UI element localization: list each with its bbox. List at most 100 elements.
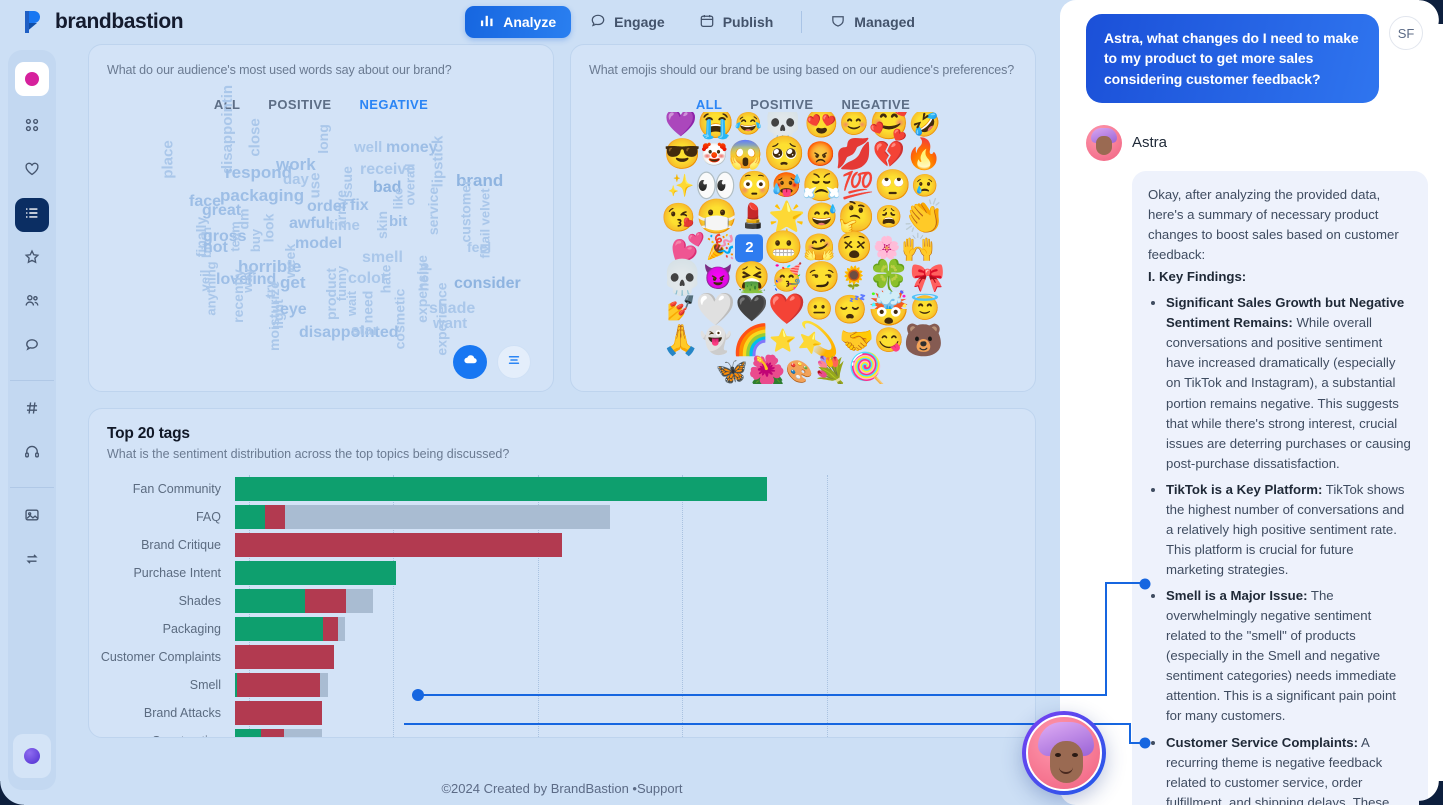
- emoji-item[interactable]: 😂: [735, 112, 762, 134]
- list-view-button[interactable]: [497, 345, 531, 379]
- word-cloud-term[interactable]: team: [228, 221, 243, 251]
- chart-bar-segment-positive[interactable]: [235, 589, 305, 613]
- emoji-filter-all[interactable]: ALL: [696, 97, 722, 112]
- emoji-item[interactable]: 🤍: [696, 293, 736, 325]
- word-cloud-term[interactable]: lipstick: [429, 136, 446, 188]
- sidebar-item-starred[interactable]: [15, 242, 49, 276]
- emoji-item[interactable]: 💯: [842, 172, 874, 198]
- word-cloud-term[interactable]: disappointed: [299, 325, 399, 341]
- word-cloud-term[interactable]: try: [262, 280, 278, 298]
- emoji-item[interactable]: 😱: [728, 141, 763, 169]
- word-cloud-term[interactable]: buy: [248, 229, 263, 252]
- emoji-item[interactable]: 💋: [835, 140, 872, 170]
- word-cloud-term[interactable]: order: [307, 199, 348, 215]
- emoji-item[interactable]: 🌻: [840, 267, 867, 289]
- chart-bar-row[interactable]: Shades: [89, 587, 1035, 615]
- emoji-item[interactable]: 😊: [839, 112, 869, 135]
- emoji-item[interactable]: 🤮: [733, 263, 770, 293]
- emoji-item[interactable]: 😳: [737, 172, 772, 200]
- word-cloud-term[interactable]: not: [203, 240, 228, 256]
- emoji-item[interactable]: 🥰: [869, 112, 909, 139]
- sidebar-item-favorites[interactable]: [15, 154, 49, 188]
- sidebar-item-reports[interactable]: [15, 198, 49, 232]
- emoji-item[interactable]: 💔: [873, 141, 905, 167]
- word-cloud-term[interactable]: eye: [280, 302, 307, 318]
- chart-bar-row[interactable]: Packaging: [89, 615, 1035, 643]
- word-cloud-term[interactable]: bit: [389, 214, 407, 229]
- word-cloud-term[interactable]: long: [315, 124, 331, 154]
- chart-bar-segment-negative[interactable]: [260, 729, 284, 737]
- word-cloud-term[interactable]: close: [247, 118, 264, 156]
- emoji-item[interactable]: 🔥: [905, 140, 942, 170]
- chart-bar-segment-positive[interactable]: [235, 477, 767, 501]
- emoji-item[interactable]: 😡: [806, 143, 836, 167]
- emoji-item[interactable]: 💕: [671, 234, 706, 262]
- emoji-item[interactable]: 👻: [700, 327, 732, 353]
- emoji-filter-negative[interactable]: NEGATIVE: [841, 97, 910, 112]
- chart-bar-segment-negative[interactable]: [235, 701, 322, 725]
- wordcloud-filter-negative[interactable]: NEGATIVE: [359, 97, 428, 112]
- word-cloud-term[interactable]: wait: [344, 291, 359, 316]
- sidebar-item-comments[interactable]: [15, 330, 49, 364]
- chart-bar-row[interactable]: Purchase Intent: [89, 559, 1035, 587]
- emoji-item[interactable]: 🤣: [909, 112, 941, 136]
- emoji-item[interactable]: 😵: [836, 233, 873, 263]
- emoji-item[interactable]: 🤯: [868, 292, 910, 326]
- emoji-item[interactable]: 😎: [664, 140, 701, 170]
- emoji-item[interactable]: 🎀: [910, 264, 945, 292]
- emoji-item[interactable]: 😴: [833, 295, 868, 323]
- emoji-item[interactable]: 💀: [661, 261, 703, 295]
- sidebar-item-workspace-logo[interactable]: [15, 62, 49, 96]
- sidebar-item-automation[interactable]: [15, 544, 49, 578]
- emoji-item[interactable]: 😋: [874, 328, 904, 352]
- emoji-item[interactable]: 🙏: [662, 326, 699, 356]
- tab-analyze[interactable]: Analyze: [465, 6, 572, 38]
- sidebar-item-hashtags[interactable]: [15, 393, 49, 427]
- tab-publish[interactable]: Publish: [684, 6, 789, 39]
- tab-managed[interactable]: Managed: [815, 6, 930, 39]
- emoji-item[interactable]: 🐻: [904, 324, 944, 356]
- emoji-item[interactable]: ⭐: [769, 329, 796, 351]
- sidebar-item-support[interactable]: [15, 437, 49, 471]
- sidebar-item-audience[interactable]: [15, 286, 49, 320]
- emoji-item[interactable]: 😢: [911, 175, 938, 197]
- emoji-item[interactable]: 😇: [910, 297, 940, 321]
- emoji-item[interactable]: 😅: [805, 204, 837, 230]
- sidebar-item-astra-assistant[interactable]: [13, 734, 51, 778]
- emoji-item[interactable]: 🤗: [803, 234, 835, 260]
- chart-bar-segment-negative[interactable]: [235, 533, 562, 557]
- chart-bar-segment-negative[interactable]: [304, 589, 346, 613]
- emoji-item[interactable]: 💜: [665, 112, 697, 136]
- word-cloud-term[interactable]: star: [351, 323, 379, 338]
- emoji-item[interactable]: 🎨: [786, 360, 813, 382]
- emoji-item[interactable]: 😘: [661, 203, 696, 231]
- tab-engage[interactable]: Engage: [575, 6, 680, 39]
- word-cloud-term[interactable]: get: [280, 274, 306, 291]
- word-cloud[interactable]: disappointin place close respond work long wel…: [89, 85, 553, 384]
- emoji-item[interactable]: 🌺: [748, 357, 785, 384]
- emoji-item[interactable]: 😍: [804, 112, 839, 137]
- word-cloud-term[interactable]: feel: [467, 240, 491, 254]
- emoji-item[interactable]: 🌈: [732, 326, 769, 356]
- word-cloud-term[interactable]: look: [260, 214, 276, 243]
- chart-bar-segment-positive[interactable]: [235, 505, 266, 529]
- word-cloud-term[interactable]: model: [295, 236, 342, 252]
- word-cloud-term[interactable]: help: [415, 263, 431, 292]
- chart-bar-segment-negative[interactable]: [265, 505, 286, 529]
- emoji-item[interactable]: 😐: [805, 298, 832, 320]
- chart-bar-segment-positive[interactable]: [235, 729, 261, 737]
- word-cloud-term[interactable]: use: [306, 173, 323, 199]
- cloud-view-button[interactable]: [453, 345, 487, 379]
- emoji-item[interactable]: 👏: [903, 200, 945, 234]
- word-cloud-term[interactable]: consider: [454, 276, 521, 292]
- word-cloud-term[interactable]: place: [160, 140, 177, 178]
- emoji-item[interactable]: 🌸: [873, 236, 900, 258]
- emoji-item[interactable]: 🤝: [839, 327, 874, 355]
- chart-bar-row[interactable]: Customer Complaints: [89, 643, 1035, 671]
- emoji-item[interactable]: 🍭: [848, 354, 890, 384]
- chart-bar-segment-negative[interactable]: [235, 645, 334, 669]
- word-cloud-term[interactable]: disappointin: [219, 85, 236, 174]
- chart-bar-row[interactable]: Constructive: [89, 727, 1035, 737]
- word-cloud-term[interactable]: like: [390, 188, 405, 210]
- chart-bar-segment-neutral[interactable]: [320, 673, 328, 697]
